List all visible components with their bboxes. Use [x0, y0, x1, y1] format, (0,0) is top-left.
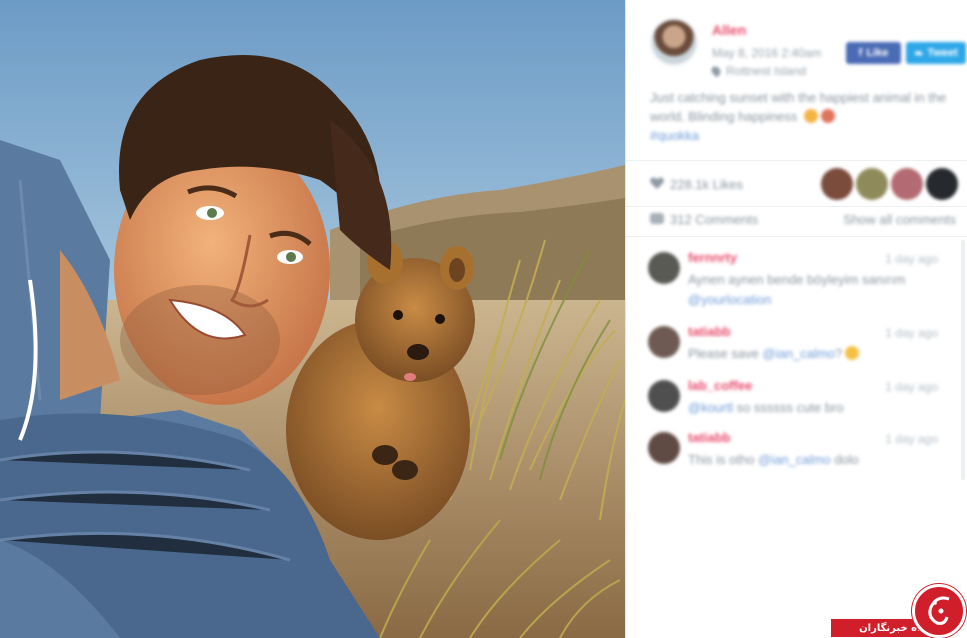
comment-mention[interactable]: @ian_calmo	[758, 452, 830, 467]
comment-username[interactable]: tatiabb	[688, 324, 731, 339]
twitter-tweet-button[interactable]: ❧ Tweet	[906, 42, 966, 64]
post-date: May 8, 2016 2:40am	[712, 46, 822, 60]
post-photo[interactable]	[0, 0, 625, 638]
liker-avatar[interactable]	[856, 168, 888, 200]
likes-count[interactable]: 228.1k Likes	[670, 177, 743, 192]
comment-item: tatiabb 1 day ago Please save @ian_calmo…	[626, 318, 967, 378]
author-username[interactable]: Allen	[712, 22, 746, 38]
liker-avatar[interactable]	[891, 168, 923, 200]
divider	[626, 236, 967, 237]
comment-text: This is otho @ian_calmo dolo	[688, 450, 938, 470]
post-location[interactable]: Rottnest Island	[709, 64, 807, 78]
comment-mention[interactable]: @kourtl	[688, 400, 733, 415]
comment-body: Please save	[688, 346, 759, 361]
comment-text: Please save @ian_calmo?	[688, 344, 938, 364]
divider	[626, 160, 967, 161]
heart-eyes-emoji-icon	[845, 346, 860, 360]
comment-mention[interactable]: @ian_calmo	[762, 346, 834, 361]
location-label: Rottnest Island	[726, 64, 807, 78]
comments-count: 312 Comments	[670, 212, 759, 227]
twitter-tweet-label: Tweet	[927, 47, 958, 59]
liker-avatar[interactable]	[821, 168, 853, 200]
comments-scrollbar[interactable]	[961, 240, 965, 480]
watermark-logo	[912, 584, 966, 638]
post-header: Allen May 8, 2016 2:40am Rottnest Island…	[626, 0, 967, 90]
author-avatar[interactable]	[650, 18, 698, 66]
comment-mention[interactable]: @yourlocation	[688, 292, 771, 307]
comment-username[interactable]: tatiabb	[688, 430, 731, 445]
post-caption: Just catching sunset with the happiest a…	[650, 88, 958, 145]
comments-bar: 312 Comments Show all comments	[626, 206, 967, 234]
comment-time: 1 day ago	[885, 252, 938, 266]
comment-username[interactable]: fernnrty	[688, 250, 737, 265]
comment-avatar[interactable]	[648, 326, 680, 358]
comment-body: Aynen aynen bende böyleyim sanırım	[688, 272, 906, 287]
comment-trailing: ?	[834, 346, 843, 361]
twitter-bird-icon: ❧	[914, 47, 924, 60]
show-all-comments-link[interactable]: Show all comments	[843, 212, 956, 227]
comment-item: tatiabb 1 day ago This is otho @ian_calm…	[626, 424, 967, 484]
comment-avatar[interactable]	[648, 252, 680, 284]
comment-body: This is otho	[688, 452, 755, 467]
heart-emoji-icon	[821, 109, 836, 123]
comment-body: so ssssss cute bro	[736, 400, 844, 415]
likes-row: 228.1k Likes	[626, 162, 967, 206]
post-sidebar: Allen May 8, 2016 2:40am Rottnest Island…	[625, 0, 967, 638]
comment-avatar[interactable]	[648, 380, 680, 412]
caption-text: Just catching sunset with the happiest a…	[650, 90, 947, 124]
facebook-icon: f	[858, 47, 863, 59]
comment-time: 1 day ago	[885, 432, 938, 446]
comment-trailing: dolo	[834, 452, 859, 467]
comment-time: 1 day ago	[885, 326, 938, 340]
comment-bubble-icon	[650, 213, 664, 224]
photo-scene	[0, 0, 625, 638]
watermark-logo-icon	[928, 596, 950, 625]
comment-text: Aynen aynen bende böyleyim sanırım @your…	[688, 270, 938, 310]
comment-item: fernnrty 1 day ago Aynen aynen bende böy…	[626, 244, 967, 307]
location-pin-icon	[709, 64, 723, 78]
comment-avatar[interactable]	[648, 432, 680, 464]
caption-hashtag[interactable]: #quokka	[650, 128, 699, 143]
smile-emoji-icon	[804, 109, 819, 123]
heart-icon	[650, 177, 664, 189]
facebook-like-label: Like	[866, 47, 889, 59]
liker-avatar[interactable]	[926, 168, 958, 200]
comment-text: @kourtl so ssssss cute bro	[688, 398, 938, 418]
facebook-like-button[interactable]: f Like	[846, 42, 901, 64]
comment-item: lab_coffee 1 day ago @kourtl so ssssss c…	[626, 372, 967, 432]
comment-username[interactable]: lab_coffee	[688, 378, 752, 393]
comment-time: 1 day ago	[885, 380, 938, 394]
